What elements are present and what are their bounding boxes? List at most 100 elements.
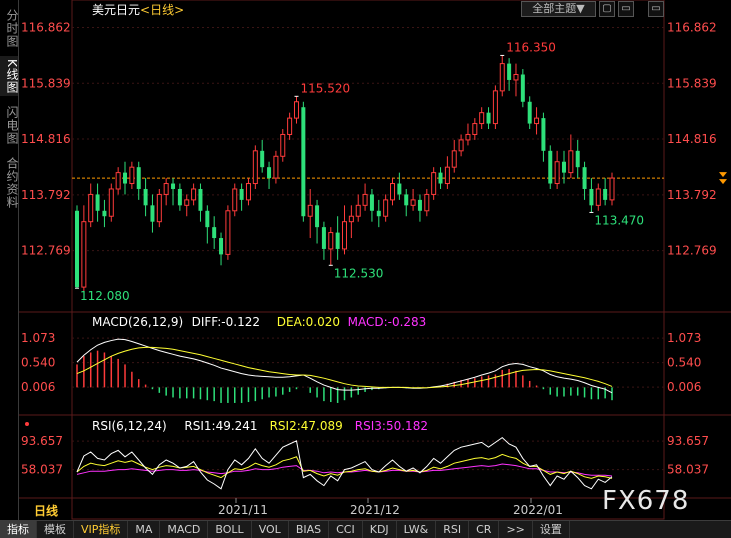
candle-body (252, 150, 258, 185)
rsi-legend-rsi1_label: RSI1:49.241 (184, 419, 257, 433)
candle-body (301, 107, 306, 217)
toolbar-item-7[interactable]: BIAS (289, 521, 330, 538)
toolbar-item-10[interactable]: LW& (397, 521, 437, 538)
candle-body (397, 183, 402, 195)
candle-body (465, 133, 471, 141)
candle-body (499, 63, 505, 92)
candle-body (198, 188, 203, 211)
rsi-legend-rsi2_label: RSI2:47.089 (270, 419, 343, 433)
toolbar-item-1[interactable]: 模板 (37, 521, 74, 538)
candle-body (451, 150, 457, 168)
date-label: 2021/12 (350, 503, 400, 517)
candle-body (260, 150, 265, 168)
candle-body (603, 188, 608, 200)
reference-price-marker (719, 172, 727, 178)
candle-body (75, 210, 79, 288)
macd-dif-line (76, 338, 613, 394)
candle-body (225, 210, 231, 255)
candle-body (184, 199, 190, 206)
candle-body (348, 215, 354, 223)
maximize-panel-icon[interactable]: ▭ (648, 1, 664, 17)
candle-body (561, 161, 566, 173)
candle-body (595, 188, 601, 206)
candle-body (342, 221, 347, 250)
candle-body (609, 177, 615, 201)
candle-body (177, 188, 182, 206)
candle-body (163, 183, 169, 195)
candle-body (191, 188, 197, 201)
sidebar-tab-0[interactable]: 分时图 (0, 4, 19, 52)
extreme-label: 112.080 (80, 289, 130, 303)
period-label[interactable]: 日线 (34, 502, 58, 519)
candle-body (438, 172, 443, 184)
toolbar-item-5[interactable]: BOLL (208, 521, 252, 538)
toolbar-item-0[interactable]: 指标 (0, 521, 37, 538)
toolbar-item-9[interactable]: KDJ (363, 521, 397, 538)
candle-body (507, 63, 512, 80)
candle-body (444, 166, 450, 185)
extreme-label: 115.520 (300, 81, 350, 95)
candle-body (492, 90, 498, 125)
restore-window-icon[interactable]: ▢ (599, 1, 615, 17)
candle-body (328, 232, 334, 250)
candle-body (355, 204, 361, 217)
candle-body (335, 232, 340, 249)
sidebar-tab-1[interactable]: K线图 (0, 56, 19, 96)
candle-body (273, 155, 279, 179)
view-sidebar: 分时图 K线图闪电图合约资料 (0, 0, 19, 520)
rsi-tick-right: 93.657 (667, 434, 709, 448)
candle-body (212, 227, 217, 239)
candle-body (95, 194, 100, 211)
sidebar-tab-3[interactable]: 合约资料 (0, 154, 19, 212)
price-tick-right: 114.816 (667, 132, 717, 146)
price-tick-right: 113.792 (667, 188, 717, 202)
candle-body (315, 205, 320, 228)
toolbar-item-4[interactable]: MACD (160, 521, 209, 538)
candle-body (527, 101, 532, 124)
candle-body (568, 150, 574, 174)
candle-body (383, 199, 389, 217)
macd-tick-left: 0.540 (21, 356, 55, 370)
candle-body (156, 193, 162, 223)
candle-body (589, 188, 594, 206)
candle-body (541, 118, 546, 151)
candle-body (205, 210, 210, 228)
candle-body (458, 139, 464, 152)
candle-body (479, 112, 485, 125)
toolbar-item-13[interactable]: >> (499, 521, 533, 538)
date-label: 2021/11 (218, 503, 268, 517)
price-tick-right: 116.862 (667, 21, 717, 35)
candle-body (520, 74, 525, 102)
candle-body (410, 199, 416, 206)
candle-body (431, 172, 437, 195)
toolbar-item-14[interactable]: 设置 (533, 521, 570, 538)
rsi-tick-right: 58.037 (667, 463, 709, 477)
price-chart[interactable]: 116.862 116.862 115.839 115.839 114.816 114.8… (19, 0, 731, 520)
toolbar-item-12[interactable]: CR (469, 521, 500, 538)
toolbar-item-3[interactable]: MA (128, 521, 161, 538)
toolbar-item-2[interactable]: VIP指标 (74, 521, 129, 538)
minimize-panel-icon[interactable]: ▭ (618, 1, 634, 17)
sidebar-tab-2[interactable]: 闪电图 (0, 100, 19, 150)
candle-body (307, 204, 313, 217)
indicator-toolbar: 指标 模板 VIP指标 MA MACD BOLL VOL BIAS CCI KDJ LW& RSI CR… (0, 520, 731, 538)
toolbar-item-8[interactable]: CCI (329, 521, 363, 538)
extreme-label: 116.350 (506, 40, 556, 54)
extreme-label: 113.470 (594, 213, 644, 227)
candle-body (582, 167, 587, 189)
candle-body (293, 101, 299, 119)
candle-body (390, 183, 396, 201)
candle-body (88, 193, 94, 223)
theme-selector-button[interactable]: 全部主题▼ (521, 1, 596, 17)
rsi-settings-dot (25, 422, 29, 426)
extreme-label: 112.530 (334, 266, 384, 280)
fx678-watermark: FX678 (602, 486, 690, 516)
candle-body (472, 123, 478, 135)
toolbar-item-6[interactable]: VOL (252, 521, 289, 538)
macd-tick-right: 0.006 (667, 380, 701, 394)
candle-body (369, 194, 374, 211)
toolbar-item-11[interactable]: RSI (436, 521, 470, 538)
price-tick-left: 115.839 (21, 76, 71, 90)
candle-body (102, 210, 107, 217)
chart-title: 美元日元<日线> (92, 1, 184, 18)
